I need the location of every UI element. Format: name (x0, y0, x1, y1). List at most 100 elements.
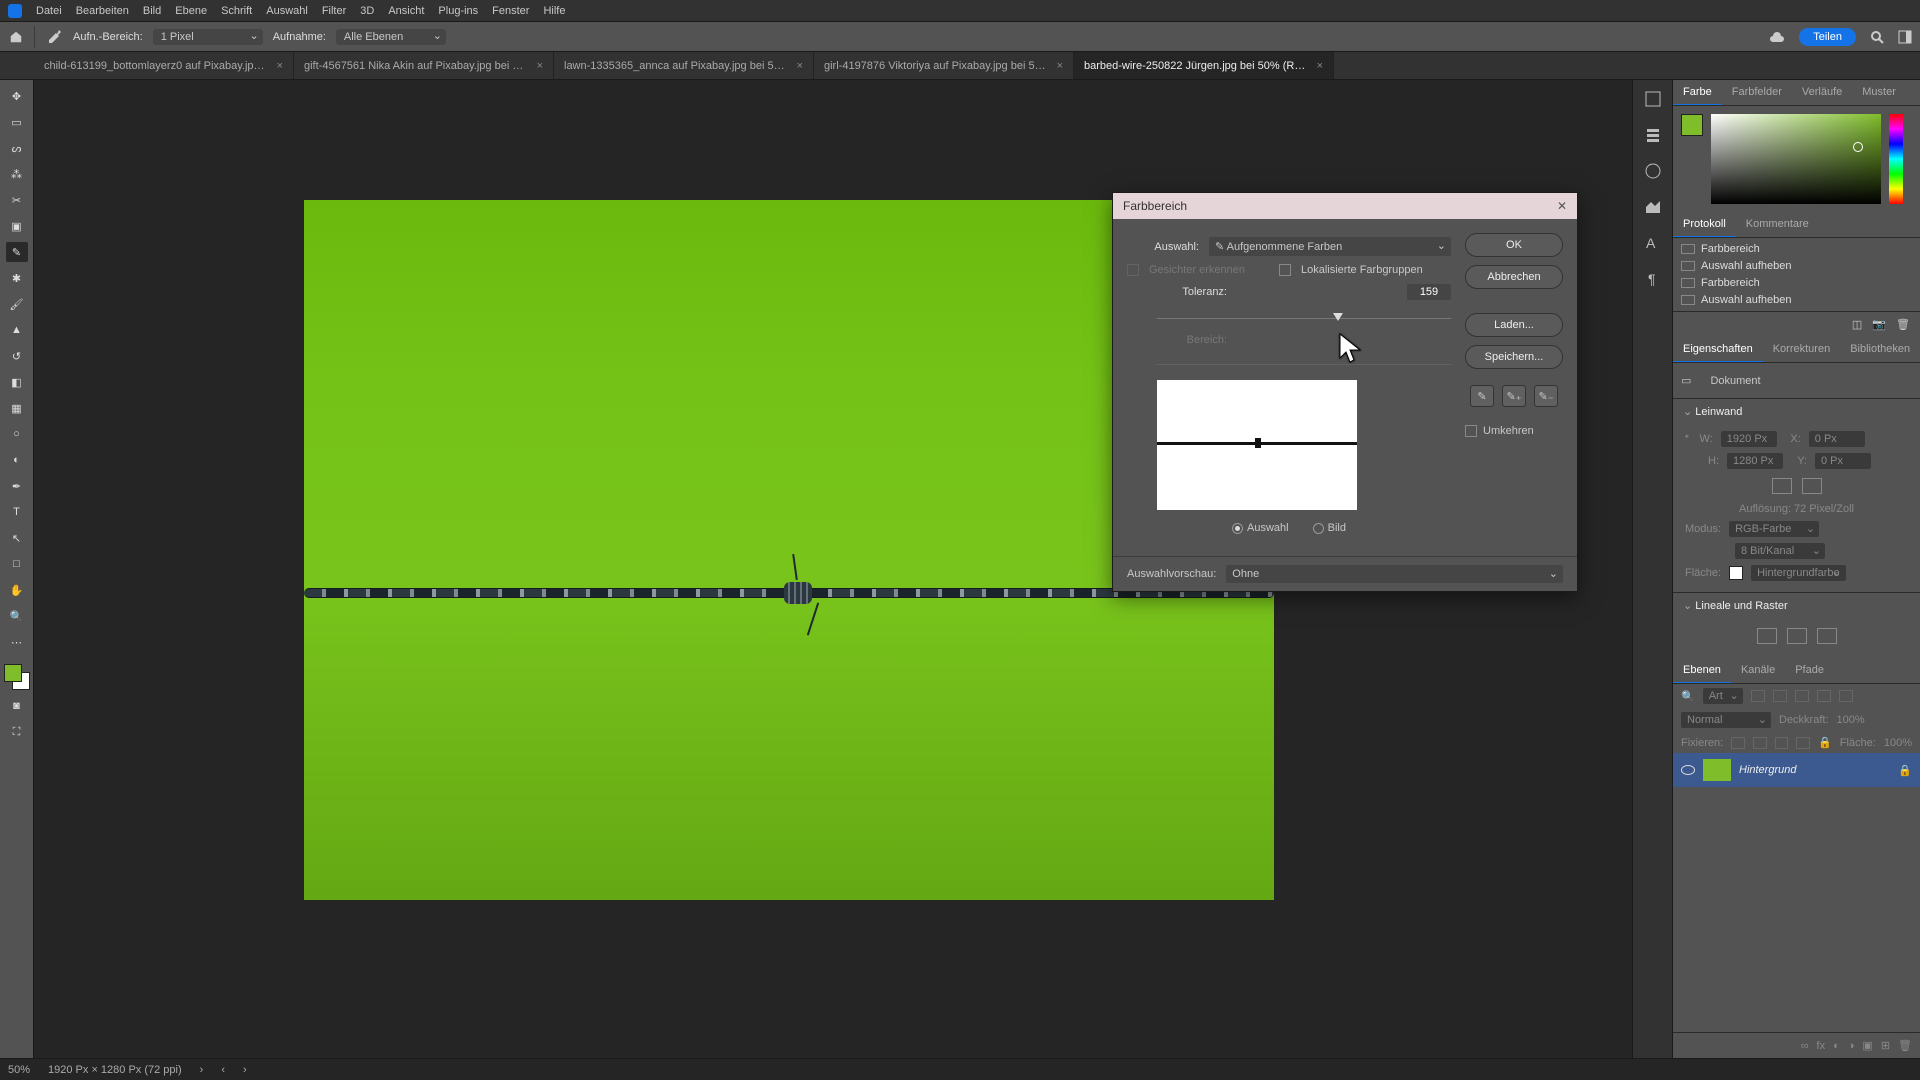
radio-image[interactable]: Bild (1313, 522, 1346, 534)
dodge-tool-icon[interactable]: ◐ (6, 450, 28, 470)
layer-filter-dropdown[interactable]: Art (1703, 688, 1743, 704)
filter-type-icon[interactable] (1795, 690, 1809, 702)
adjustment-icon[interactable]: ◑ (1848, 1040, 1855, 1052)
document-tab[interactable]: girl-4197876 Viktoriya auf Pixabay.jpg b… (814, 52, 1074, 79)
close-icon[interactable]: × (797, 60, 803, 72)
more-tools-icon[interactable]: ⋯ (6, 632, 28, 652)
trash-icon[interactable]: 🗑 (1896, 318, 1910, 331)
shape-tool-icon[interactable]: □ (6, 554, 28, 574)
history-item[interactable]: Farbbereich (1679, 242, 1914, 256)
sample-layers-dropdown[interactable]: Alle Ebenen (336, 29, 446, 45)
gradient-tool-icon[interactable]: ▦ (6, 398, 28, 418)
tab-channels[interactable]: Kanäle (1731, 658, 1785, 683)
lock-all-icon[interactable] (1731, 737, 1745, 749)
ok-button[interactable]: OK (1465, 233, 1563, 257)
eyedropper-icon[interactable] (45, 28, 63, 46)
home-icon[interactable] (8, 30, 24, 44)
close-icon[interactable]: × (1317, 60, 1323, 72)
menu-item[interactable]: Plug-ins (438, 5, 478, 17)
fill-value[interactable]: 100% (1884, 737, 1912, 749)
tab-swatches[interactable]: Farbfelder (1722, 80, 1792, 105)
tolerance-input[interactable]: 159 (1407, 284, 1451, 300)
select-dropdown[interactable]: ✎ Aufgenommene Farben (1209, 237, 1451, 256)
move-tool-icon[interactable]: ✥ (6, 86, 28, 106)
menu-item[interactable]: Hilfe (543, 5, 565, 17)
filter-shape-icon[interactable] (1817, 690, 1831, 702)
section-rulers[interactable]: Lineale und Raster (1673, 593, 1920, 618)
panel-icon[interactable] (1644, 90, 1662, 108)
group-icon[interactable]: ▣ (1862, 1039, 1872, 1052)
eraser-tool-icon[interactable]: ◧ (6, 372, 28, 392)
status-arrow-left-icon[interactable]: ‹ (221, 1064, 225, 1076)
tab-paths[interactable]: Pfade (1785, 658, 1834, 683)
preview-dropdown[interactable]: Ohne (1226, 565, 1563, 583)
section-canvas[interactable]: Leinwand (1673, 399, 1920, 424)
document-tab[interactable]: barbed-wire-250822 Jürgen.jpg bei 50% (R… (1074, 52, 1334, 79)
menu-item[interactable]: Fenster (492, 5, 529, 17)
layer-thumbnail[interactable] (1703, 759, 1731, 781)
grid-icon[interactable] (1787, 628, 1807, 644)
new-layer-icon[interactable]: ⊞ (1881, 1039, 1890, 1052)
lock-pixels-icon[interactable] (1753, 737, 1767, 749)
eyedropper-minus-icon[interactable]: ✎₋ (1534, 385, 1558, 407)
panel-icon[interactable] (1644, 126, 1662, 144)
zoom-level[interactable]: 50% (8, 1064, 30, 1076)
localized-checkbox[interactable] (1279, 264, 1291, 276)
path-tool-icon[interactable]: ↖ (6, 528, 28, 548)
sample-size-dropdown[interactable]: 1 Pixel (153, 29, 263, 45)
trash-icon[interactable]: 🗑 (1898, 1039, 1912, 1052)
camera-icon[interactable]: 📷 (1872, 318, 1886, 331)
tab-libraries[interactable]: Bibliotheken (1840, 337, 1920, 362)
lock-position-icon[interactable] (1775, 737, 1789, 749)
close-icon[interactable]: × (1057, 60, 1063, 72)
document-tab[interactable]: child-613199_bottomlayerz0 auf Pixabay.j… (34, 52, 294, 79)
eyedropper-plus-icon[interactable]: ✎₊ (1502, 385, 1526, 407)
tab-layers[interactable]: Ebenen (1673, 658, 1731, 683)
color-swatches[interactable] (4, 664, 30, 690)
filter-smart-icon[interactable] (1839, 690, 1853, 702)
crop-tool-icon[interactable]: ✂ (6, 190, 28, 210)
menu-item[interactable]: 3D (360, 5, 374, 17)
tab-color[interactable]: Farbe (1673, 80, 1722, 105)
heal-tool-icon[interactable]: ✱ (6, 268, 28, 288)
eyedropper-tool-icon[interactable]: ✎ (6, 242, 28, 262)
close-icon[interactable]: × (277, 60, 283, 72)
guides-icon[interactable] (1817, 628, 1837, 644)
orient-landscape-icon[interactable] (1802, 478, 1822, 494)
panel-icon[interactable] (1644, 198, 1662, 216)
menu-item[interactable]: Ansicht (388, 5, 424, 17)
menu-item[interactable]: Filter (322, 5, 346, 17)
pen-tool-icon[interactable]: ✒ (6, 476, 28, 496)
panel-icon[interactable] (1644, 162, 1662, 180)
menu-item[interactable]: Ebene (175, 5, 207, 17)
panel-icon[interactable]: ¶ (1644, 270, 1662, 288)
cancel-button[interactable]: Abbrechen (1465, 265, 1563, 289)
fill-swatch[interactable] (1729, 566, 1743, 580)
lock-artboard-icon[interactable] (1796, 737, 1810, 749)
width-input[interactable]: 1920 Px (1721, 431, 1777, 447)
dialog-titlebar[interactable]: Farbbereich ✕ (1113, 193, 1577, 219)
history-item[interactable]: Auswahl aufheben (1679, 293, 1914, 307)
color-picker[interactable] (1681, 114, 1912, 204)
link-layers-icon[interactable]: ∞ (1801, 1040, 1809, 1052)
layer-row[interactable]: Hintergrund 🔒 (1673, 753, 1920, 787)
brush-tool-icon[interactable]: 🖌 (6, 294, 28, 314)
close-icon[interactable]: ✕ (1557, 199, 1567, 213)
layer-name[interactable]: Hintergrund (1739, 764, 1890, 776)
visibility-icon[interactable] (1681, 765, 1695, 775)
tab-adjustments[interactable]: Korrekturen (1763, 337, 1840, 362)
eyedropper-icon[interactable]: ✎ (1470, 385, 1494, 407)
filter-adjust-icon[interactable] (1773, 690, 1787, 702)
invert-checkbox[interactable] (1465, 425, 1477, 437)
stamp-tool-icon[interactable]: ▲ (6, 320, 28, 340)
height-input[interactable]: 1280 Px (1727, 453, 1783, 469)
menu-item[interactable]: Bild (143, 5, 161, 17)
saturation-field[interactable] (1711, 114, 1881, 204)
orient-portrait-icon[interactable] (1772, 478, 1792, 494)
menu-item[interactable]: Datei (36, 5, 62, 17)
tab-comments[interactable]: Kommentare (1736, 212, 1819, 237)
panel-icon[interactable]: A (1644, 234, 1662, 252)
status-arrow-right-icon[interactable]: › (243, 1064, 247, 1076)
marquee-tool-icon[interactable]: ▭ (6, 112, 28, 132)
workspace-icon[interactable] (1898, 30, 1912, 44)
